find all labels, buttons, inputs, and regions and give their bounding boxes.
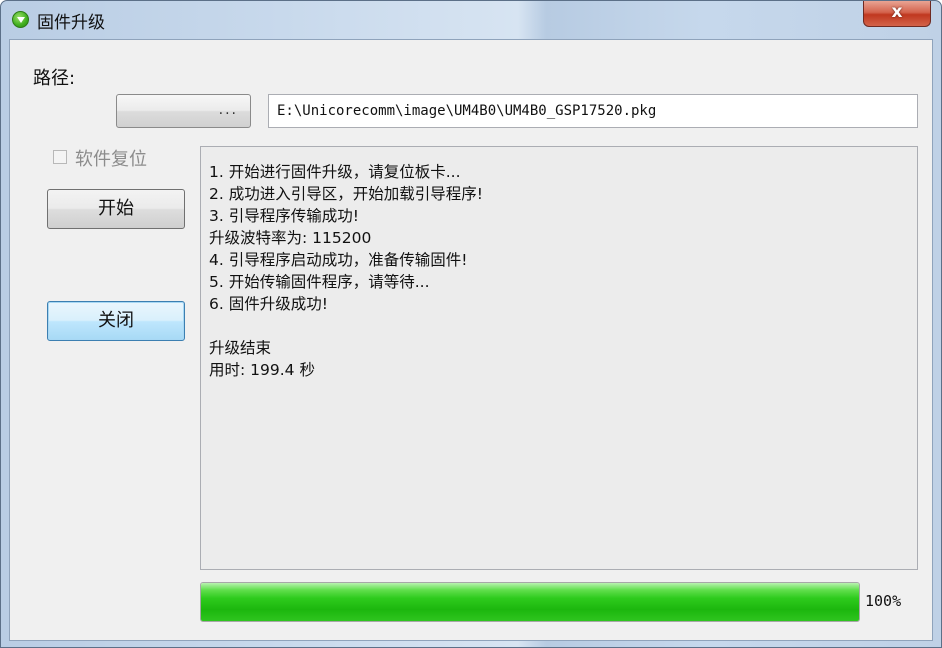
log-output[interactable]: 1. 开始进行固件升级，请复位板卡... 2. 成功进入引导区，开始加载引导程序… [200, 146, 918, 570]
close-button[interactable]: 关闭 [47, 301, 185, 341]
browse-button[interactable]: ... [116, 94, 251, 128]
progress-percent: 100% [865, 592, 902, 610]
progress-fill [201, 583, 859, 621]
start-button[interactable]: 开始 [47, 189, 185, 229]
window-close-button[interactable]: x [863, 1, 931, 27]
log-line: 2. 成功进入引导区，开始加载引导程序! [209, 185, 483, 203]
window-title: 固件升级 [37, 13, 105, 33]
app-download-icon [12, 11, 29, 28]
soft-reset-checkbox[interactable] [53, 150, 67, 164]
log-line: 6. 固件升级成功! [209, 295, 328, 313]
path-label: 路径: [33, 68, 76, 89]
close-icon: x [891, 2, 903, 22]
log-line: 4. 引导程序启动成功，准备传输固件! [209, 251, 468, 269]
log-line: 升级结束 [209, 339, 272, 357]
log-line: 3. 引导程序传输成功! [209, 207, 359, 225]
log-line: 用时: 199.4 秒 [209, 361, 315, 379]
soft-reset-label: 软件复位 [75, 149, 147, 170]
log-line: 1. 开始进行固件升级，请复位板卡... [209, 163, 461, 181]
path-input[interactable]: E:\Unicorecomm\image\UM4B0\UM4B0_GSP1752… [268, 94, 918, 128]
log-line: 5. 开始传输固件程序，请等待... [209, 273, 430, 291]
log-line: 升级波特率为: 115200 [209, 229, 372, 247]
progress-bar [200, 582, 860, 622]
title-bar[interactable]: 固件升级 x [1, 1, 941, 37]
